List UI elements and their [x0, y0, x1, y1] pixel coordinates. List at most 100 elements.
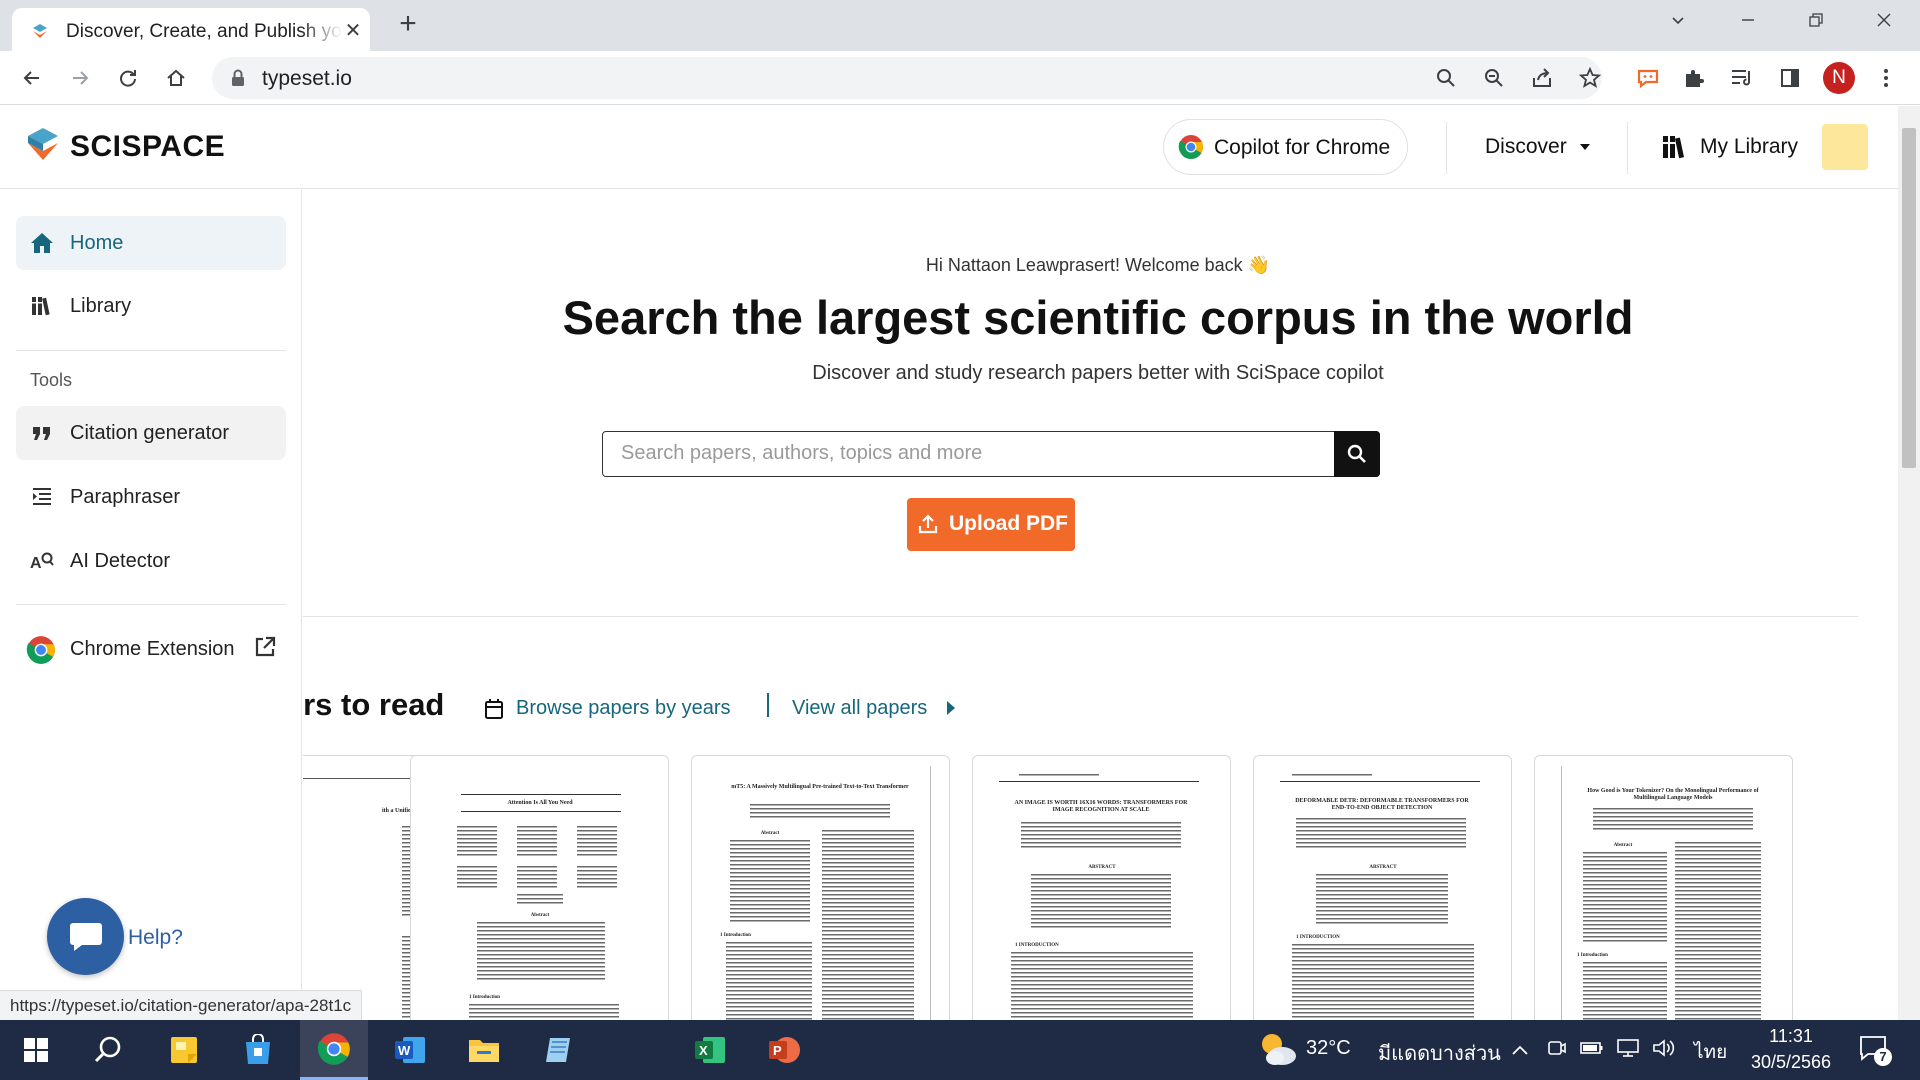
- paper-title: Attention Is All You Need: [507, 800, 573, 806]
- close-window-icon[interactable]: [1864, 6, 1904, 38]
- logo-text[interactable]: SCISPACE: [70, 130, 225, 164]
- store-app-icon[interactable]: [224, 1020, 292, 1080]
- reading-list-icon[interactable]: [1726, 62, 1758, 94]
- volume-icon[interactable]: [1652, 1038, 1676, 1062]
- page-headline: Search the largest scientific corpus in …: [562, 291, 1634, 344]
- network-icon[interactable]: [1616, 1038, 1640, 1062]
- upload-label: Upload PDF: [949, 512, 1068, 535]
- discover-dropdown[interactable]: Discover: [1485, 135, 1591, 159]
- sidebar-item-library[interactable]: Library: [16, 279, 286, 333]
- upload-pdf-button[interactable]: Upload PDF: [907, 498, 1075, 551]
- chrome-menu-icon[interactable]: [1870, 62, 1902, 94]
- header-divider: [1446, 122, 1447, 174]
- notification-center-icon[interactable]: 7: [1858, 1034, 1892, 1066]
- search-page-icon[interactable]: [1430, 62, 1462, 94]
- help-label[interactable]: Help?: [128, 926, 183, 950]
- weather-partly-sunny-icon[interactable]: [1258, 1030, 1298, 1068]
- sidebar-item-citation-generator[interactable]: Citation generator: [16, 406, 286, 460]
- input-language[interactable]: ไทย: [1694, 1037, 1727, 1067]
- restore-icon[interactable]: [1796, 6, 1836, 38]
- sidebar-item-label: Paraphraser: [70, 486, 181, 508]
- vertical-scrollbar[interactable]: [1898, 106, 1920, 1020]
- paper-card[interactable]: How Good is Your Tokenizer? On the Monol…: [1534, 755, 1793, 1020]
- profile-avatar[interactable]: N: [1823, 62, 1855, 94]
- powerpoint-app-icon[interactable]: P: [750, 1020, 818, 1080]
- meet-now-icon[interactable]: [1544, 1038, 1568, 1062]
- paraphrase-icon: [30, 485, 54, 509]
- copilot-extension-icon[interactable]: [1632, 62, 1664, 94]
- notepad-app-icon[interactable]: [524, 1020, 592, 1080]
- home-icon[interactable]: [160, 62, 192, 94]
- chrome-logo-icon: [1178, 135, 1204, 160]
- battery-icon[interactable]: [1580, 1038, 1604, 1062]
- weather-description[interactable]: มีแดดบางส่วน: [1378, 1037, 1501, 1069]
- search-icon[interactable]: [74, 1020, 142, 1080]
- chrome-taskbar-icon[interactable]: [300, 1020, 368, 1080]
- url-text: typeset.io: [262, 67, 352, 90]
- paper-title: AN IMAGE IS WORTH 16X16 WORDS: TRANSFORM…: [1014, 800, 1188, 813]
- browser-tab[interactable]: Discover, Create, and Publish your resea…: [12, 8, 370, 51]
- paper-thumbnail: How Good is Your Tokenizer? On the Monol…: [1553, 766, 1775, 1020]
- new-tab-icon[interactable]: +: [392, 9, 424, 41]
- back-icon[interactable]: [16, 62, 48, 94]
- chevron-up-icon[interactable]: [1508, 1038, 1532, 1062]
- weather-temperature[interactable]: 32°C: [1306, 1037, 1351, 1060]
- reload-icon[interactable]: [112, 62, 144, 94]
- address-bar[interactable]: typeset.io: [212, 57, 1602, 99]
- library-books-icon: [1663, 136, 1685, 159]
- link-separator: [767, 693, 769, 717]
- scrollbar-thumb[interactable]: [1902, 128, 1916, 468]
- paper-card[interactable]: DEFORMABLE DETR: DEFORMABLE TRANSFORMERS…: [1253, 755, 1512, 1020]
- sidebar-item-label: AI Detector: [70, 550, 171, 572]
- link-status-bar: https://typeset.io/citation-generator/ap…: [0, 990, 363, 1020]
- tools-heading: Tools: [30, 370, 73, 390]
- file-explorer-icon[interactable]: [450, 1020, 518, 1080]
- excel-app-icon[interactable]: X: [676, 1020, 744, 1080]
- sidebar: Home Library Tools Citation generator Pa…: [0, 190, 302, 1020]
- side-panel-icon[interactable]: [1774, 62, 1806, 94]
- search-button[interactable]: [1334, 430, 1380, 477]
- view-all-papers-link[interactable]: View all papers: [792, 697, 927, 720]
- lock-icon: [232, 69, 244, 86]
- chrome-logo-icon: [26, 635, 56, 665]
- sidebar-item-chrome-extension[interactable]: Chrome Extension: [16, 622, 286, 676]
- paper-thumbnail: Attention Is All You Need Abstract 1 Int…: [429, 766, 651, 1020]
- sidebar-item-home[interactable]: Home: [16, 216, 286, 270]
- minimize-icon[interactable]: [1728, 6, 1768, 38]
- notification-count-badge: 7: [1874, 1048, 1892, 1066]
- home-icon: [30, 231, 54, 255]
- word-app-icon[interactable]: W: [376, 1020, 444, 1080]
- sidebar-item-label: Chrome Extension: [70, 638, 235, 660]
- scispace-logo-icon[interactable]: [26, 126, 60, 162]
- help-chat-button[interactable]: [47, 898, 124, 975]
- svg-text:P: P: [773, 1043, 782, 1058]
- clock-date[interactable]: 30/5/2566: [1746, 1052, 1836, 1073]
- calendar-icon: [485, 699, 503, 719]
- section-title: Papers to read: [303, 687, 445, 722]
- upload-icon: [918, 514, 938, 534]
- zoom-out-icon[interactable]: [1478, 62, 1510, 94]
- search-input[interactable]: [621, 432, 1321, 475]
- search-bar: [602, 430, 1380, 477]
- user-avatar[interactable]: [1822, 124, 1868, 170]
- windows-start-icon[interactable]: [2, 1020, 70, 1080]
- copilot-for-chrome-button[interactable]: Copilot for Chrome: [1163, 119, 1408, 175]
- quote-icon: [30, 421, 54, 445]
- sidebar-item-paraphraser[interactable]: Paraphraser: [16, 470, 286, 524]
- page-subheadline: Discover and study research papers bette…: [812, 362, 1384, 384]
- tab-close-icon[interactable]: ✕: [342, 20, 364, 42]
- sidebar-item-ai-detector[interactable]: A AI Detector: [16, 534, 286, 588]
- tab-search-icon[interactable]: [1658, 6, 1698, 38]
- svg-text:X: X: [699, 1043, 708, 1058]
- paper-card[interactable]: mT5: A Massively Multilingual Pre-traine…: [691, 755, 950, 1020]
- extensions-puzzle-icon[interactable]: [1678, 62, 1710, 94]
- paper-card[interactable]: Attention Is All You Need Abstract 1 Int…: [410, 755, 669, 1020]
- forward-icon[interactable]: [64, 62, 96, 94]
- share-icon[interactable]: [1526, 62, 1558, 94]
- sticky-notes-app-icon[interactable]: [150, 1020, 218, 1080]
- bookmark-star-icon[interactable]: [1574, 62, 1606, 94]
- clock-time[interactable]: 11:31: [1746, 1026, 1836, 1047]
- tab-title: Discover, Create, and Publish your resea…: [66, 21, 342, 42]
- paper-card[interactable]: AN IMAGE IS WORTH 16X16 WORDS: TRANSFORM…: [972, 755, 1231, 1020]
- browser-toolbar: typeset.io N: [0, 51, 1920, 105]
